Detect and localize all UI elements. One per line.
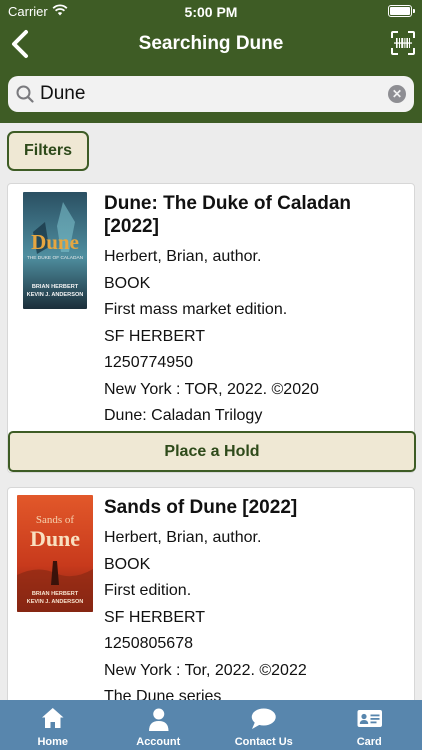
book-edition: First edition. [104,582,192,599]
result-card[interactable]: Dune THE DUKE OF CALADAN BRIAN HERBERT K… [7,183,416,473]
header: Carrier 5:00 PM Searching Dune ✕ [0,0,422,123]
clear-search-button[interactable]: ✕ [388,85,406,103]
search-bar: ✕ [8,76,414,112]
result-info: Sands of Dune [2022] Herbert, Brian, aut… [104,496,408,700]
cover-title: Dune [30,526,80,551]
page-title: Searching Dune [138,33,284,54]
tab-label: Account [136,736,181,748]
book-cover-image: Sands of Dune BRIAN HERBERT KEVIN J. AND… [17,495,93,612]
tab-contact-us[interactable]: Contact Us [211,700,317,750]
tab-bar: Home Account Contact Us Card [0,700,422,750]
cover-author: KEVIN J. ANDERSON [27,599,84,605]
book-title[interactable]: Sands of Dune [2022] [104,496,408,519]
tab-home[interactable]: Home [0,700,106,750]
home-icon [42,708,64,728]
book-call-number: SF HERBERT [104,608,206,626]
book-isbn: 1250774950 [104,354,193,371]
tab-card[interactable]: Card [317,700,422,750]
status-bar: Carrier 5:00 PM [0,0,422,24]
results-list: Filters Dune THE DUKE OF CALADAN BRIAN H… [0,123,422,700]
tab-label: Contact Us [234,736,293,748]
person-icon [148,708,168,731]
book-title[interactable]: Dune: The Duke of Caladan [2022] [104,192,408,238]
book-format: BOOK [104,274,151,292]
book-isbn: 1250805678 [104,635,193,652]
book-publication: New York : TOR, 2022. ©2020 [104,380,319,398]
search-input[interactable] [40,82,380,106]
book-author: Herbert, Brian, author. [104,529,262,546]
cover-subtitle: THE DUKE OF CALADAN [27,255,84,261]
id-card-icon [357,710,382,727]
book-author: Herbert, Brian, author. [104,248,262,265]
cover-author: BRIAN HERBERT [32,284,79,290]
place-hold-button[interactable]: Place a Hold [8,431,416,472]
book-series: Dune: Caladan Trilogy [104,407,263,424]
book-publication: New York : Tor, 2022. ©2022 [104,661,307,679]
result-info: Dune: The Duke of Caladan [2022] Herbert… [104,192,408,430]
filters-button[interactable]: Filters [7,131,89,171]
book-series: The Dune series [104,688,222,700]
book-format: BOOK [104,555,151,573]
tab-label: Home [37,736,69,748]
cover-author: BRIAN HERBERT [32,591,79,597]
book-call-number: SF HERBERT [104,327,206,345]
status-time: 5:00 PM [184,4,238,20]
barcode-scan-button[interactable] [390,30,416,56]
tab-account[interactable]: Account [106,700,212,750]
battery-icon [388,5,415,17]
chat-bubble-icon [251,708,276,729]
cover-title: Dune [31,230,79,254]
cover-title-top: Sands of [36,514,75,526]
book-cover-image: Dune THE DUKE OF CALADAN BRIAN HERBERT K… [23,192,87,309]
result-card[interactable]: Sands of Dune BRIAN HERBERT KEVIN J. AND… [7,487,415,700]
cover-author: KEVIN J. ANDERSON [27,292,84,298]
search-icon [16,85,34,103]
tab-label: Card [356,736,382,748]
book-edition: First mass market edition. [104,301,288,318]
